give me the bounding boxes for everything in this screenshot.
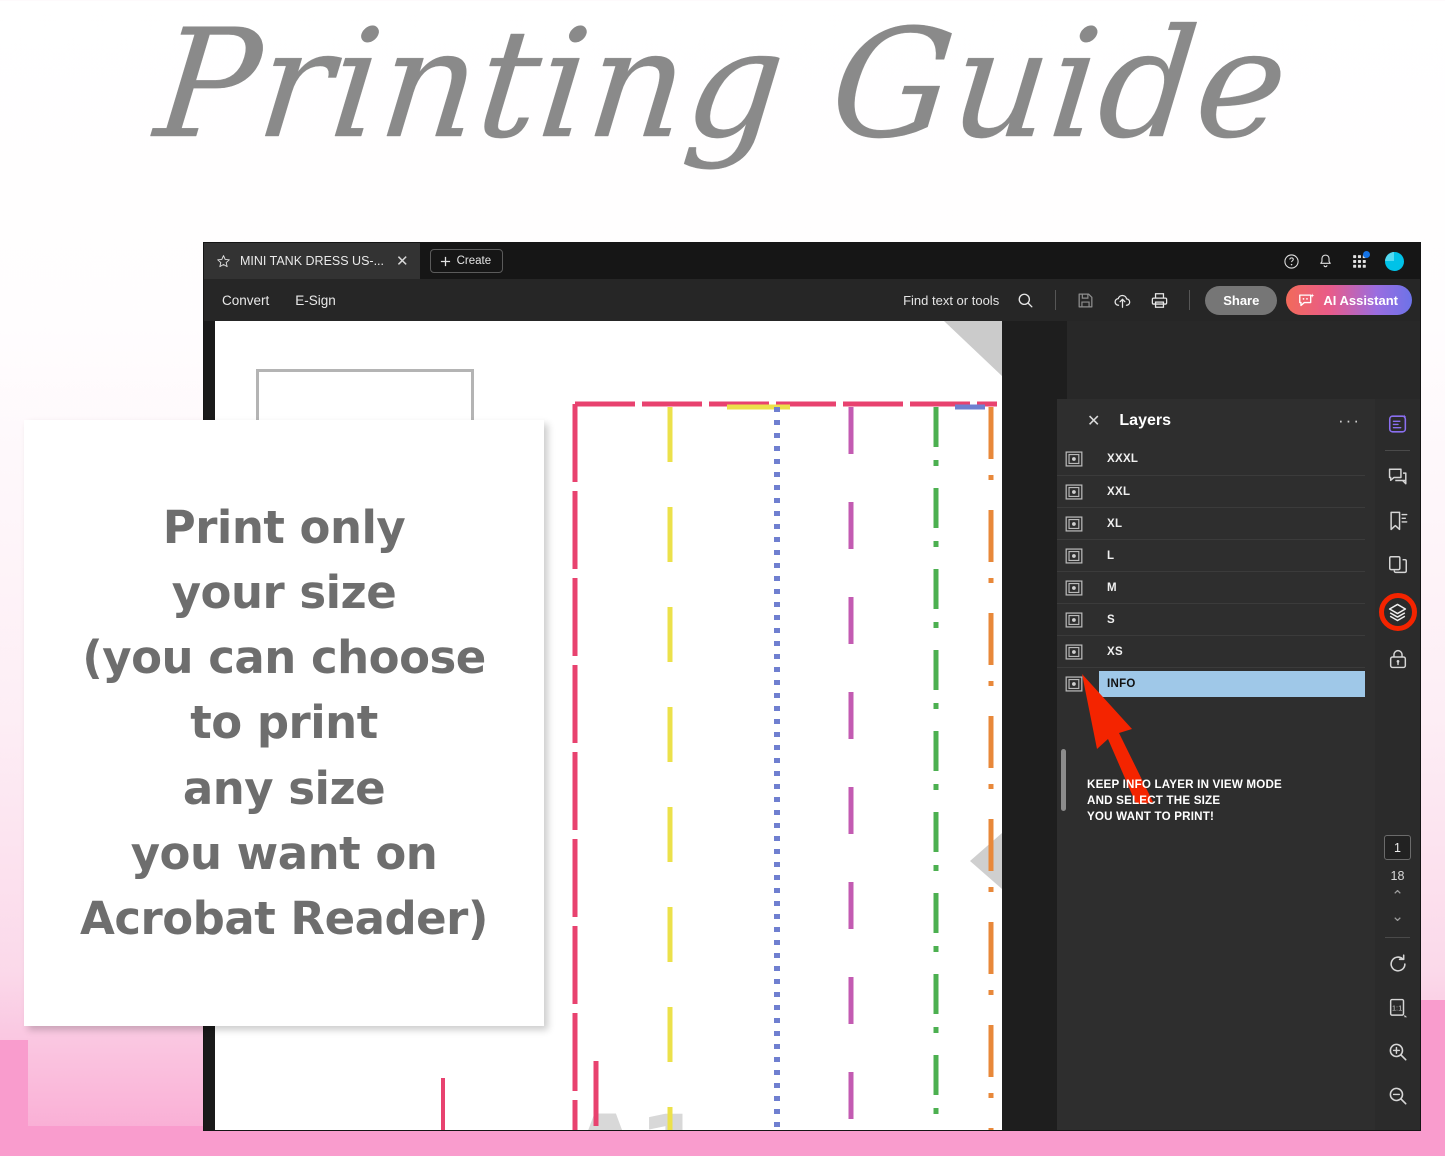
rotate-icon[interactable] <box>1387 953 1409 975</box>
rail-layers-button[interactable] <box>1378 592 1418 632</box>
comment-icon[interactable] <box>1387 466 1409 488</box>
page-title: Printing Guide <box>148 0 1297 172</box>
save-icon[interactable] <box>1076 291 1095 310</box>
layer-label: S <box>1107 613 1115 626</box>
plus-icon <box>440 256 450 266</box>
rail-divider <box>1385 450 1410 451</box>
layer-visibility-icon[interactable] <box>1065 515 1083 532</box>
toolbar-menus: Convert E-Sign <box>204 293 349 308</box>
layer-label: XXXL <box>1107 453 1139 465</box>
layer-row[interactable]: S <box>1057 603 1365 635</box>
titlebar-icons <box>1283 250 1420 271</box>
cloud-upload-icon[interactable] <box>1113 291 1132 310</box>
layer-label: L <box>1107 549 1115 562</box>
create-button[interactable]: Create <box>429 249 504 273</box>
layer-visibility-icon[interactable] <box>1065 611 1083 628</box>
layers-panel: ✕ Layers ··· XXXL XXL XL L M S XS INFO K… <box>1057 399 1375 1130</box>
layer-label: XS <box>1107 645 1123 658</box>
search-icon[interactable] <box>1016 291 1035 310</box>
panel-options-icon[interactable]: ··· <box>1338 411 1361 431</box>
layer-row[interactable]: M <box>1057 571 1365 603</box>
star-icon[interactable] <box>216 254 231 269</box>
tab-bar: MINI TANK DRESS US-... ✕ Create <box>204 243 1420 279</box>
layers-panel-title: Layers <box>1119 412 1171 429</box>
document-tab[interactable]: MINI TANK DRESS US-... ✕ <box>204 243 420 279</box>
organize-pages-icon[interactable] <box>1387 554 1409 576</box>
layers-list: XXXL XXL XL L M S XS INFO <box>1057 443 1375 699</box>
layers-panel-header: ✕ Layers ··· <box>1057 399 1375 443</box>
menu-esign[interactable]: E-Sign <box>282 293 349 308</box>
app-grid-icon[interactable] <box>1351 250 1370 270</box>
instruction-line: you want on <box>130 826 438 880</box>
close-tab-icon[interactable]: ✕ <box>396 254 409 269</box>
panel-scrollbar[interactable] <box>1061 749 1066 811</box>
instruction-line: to print <box>190 696 378 750</box>
chevron-up-icon[interactable]: ⌃ <box>1391 887 1404 907</box>
instruction-line: Print only <box>162 500 406 554</box>
layer-row[interactable]: XXL <box>1057 475 1365 507</box>
ai-assistant-label: AI Assistant <box>1323 292 1398 308</box>
layer-row[interactable]: XS <box>1057 635 1365 667</box>
instruction-line: any size <box>182 761 386 815</box>
annotation-note-line: AND SELECT THE SIZE <box>1087 793 1221 807</box>
layer-visibility-icon[interactable] <box>1065 483 1083 500</box>
total-pages-label: 18 <box>1390 869 1405 883</box>
instruction-text: Print only your size (you can choose to … <box>80 495 488 952</box>
toolbar-divider-1 <box>1055 290 1057 310</box>
annotation-note-line: YOU WANT TO PRINT! <box>1087 809 1215 823</box>
layer-visibility-icon[interactable] <box>1065 451 1083 467</box>
annotation-note: KEEP INFO LAYER IN VIEW MODE AND SELECT … <box>1087 777 1357 825</box>
layer-visibility-icon[interactable] <box>1065 579 1083 596</box>
toolbar-actions: Find text or tools Share AI Assistant <box>903 285 1420 315</box>
layer-visibility-icon[interactable] <box>1065 643 1083 660</box>
fit-page-icon[interactable]: 1:1 <box>1387 997 1409 1019</box>
document-tab-title: MINI TANK DRESS US-... <box>240 254 385 268</box>
chevron-down-icon[interactable]: ⌄ <box>1391 907 1404 927</box>
protect-lock-icon[interactable] <box>1387 648 1409 670</box>
instruction-card: Print only your size (you can choose to … <box>24 420 544 1026</box>
layer-label: XL <box>1107 517 1123 530</box>
close-panel-icon[interactable]: ✕ <box>1087 411 1100 431</box>
layer-label: M <box>1107 581 1117 594</box>
current-page-input[interactable]: 1 <box>1384 835 1411 860</box>
avatar[interactable] <box>1385 251 1404 271</box>
toolbar-divider-2 <box>1189 290 1191 310</box>
layer-label: XXL <box>1107 485 1131 498</box>
notification-dot <box>1363 250 1370 258</box>
layer-visibility-icon[interactable] <box>1065 547 1083 564</box>
ai-edit-icon[interactable] <box>1387 413 1409 435</box>
instruction-line: your size <box>171 565 397 619</box>
zoom-in-icon[interactable] <box>1387 1041 1409 1063</box>
svg-text:1:1: 1:1 <box>1391 1003 1401 1012</box>
layer-row[interactable]: XL <box>1057 507 1365 539</box>
create-button-label: Create <box>456 255 492 267</box>
layers-icon[interactable] <box>1387 602 1408 623</box>
share-button[interactable]: Share <box>1205 285 1278 315</box>
zoom-out-icon[interactable] <box>1387 1085 1409 1107</box>
page-nav-controls: 1 18 ⌃ ⌄ 1:1 <box>1384 835 1411 1130</box>
tools-rail: 1 18 ⌃ ⌄ 1:1 <box>1375 399 1420 1130</box>
bell-icon[interactable] <box>1317 253 1334 270</box>
layer-row[interactable]: XXXL <box>1057 443 1365 475</box>
menu-convert[interactable]: Convert <box>209 293 282 308</box>
rail-divider <box>1385 937 1410 938</box>
toolbar: Convert E-Sign Find text or tools Share … <box>204 279 1420 321</box>
help-icon[interactable] <box>1283 253 1300 270</box>
annotation-note-line: KEEP INFO LAYER IN VIEW MODE <box>1087 778 1282 791</box>
layer-row[interactable]: L <box>1057 539 1365 571</box>
find-label: Find text or tools <box>903 292 1000 308</box>
print-icon[interactable] <box>1150 291 1169 310</box>
ai-assistant-button[interactable]: AI Assistant <box>1286 285 1412 315</box>
bookmark-icon[interactable] <box>1387 510 1409 532</box>
instruction-line: Acrobat Reader) <box>80 892 488 946</box>
instruction-line: (you can choose <box>82 631 486 685</box>
ai-assistant-icon <box>1299 292 1315 306</box>
page-border-bottom <box>0 1126 1445 1156</box>
